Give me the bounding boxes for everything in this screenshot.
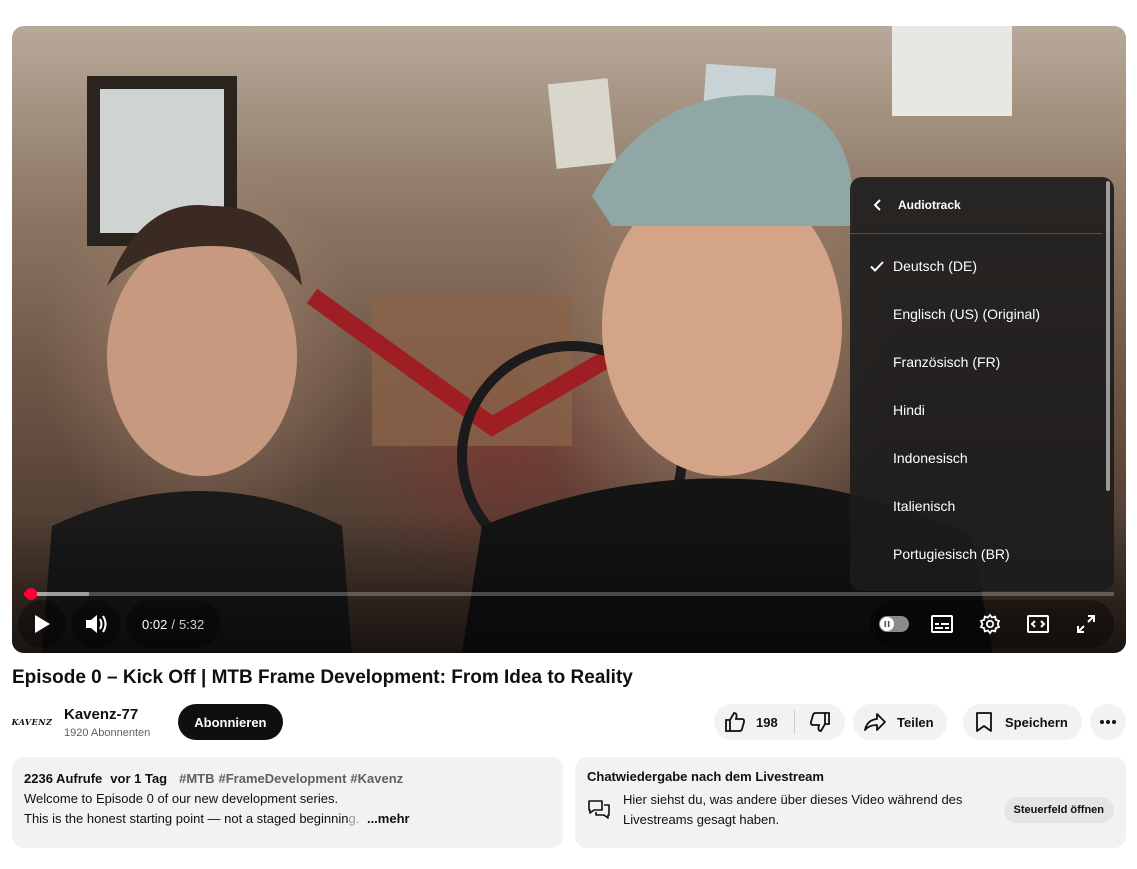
- audio-track-label: Englisch (US) (Original): [893, 306, 1041, 322]
- chat-replay-panel: Chatwiedergabe nach dem Livestream Hier …: [575, 757, 1126, 848]
- chat-replay-row: Hier siehst du, was andere über dieses V…: [587, 790, 1114, 830]
- audio-track-label: Italienisch: [893, 498, 956, 514]
- chat-bubbles-icon: [588, 800, 610, 819]
- current-time: 0:02: [142, 616, 168, 632]
- upload-age: vor 1 Tag: [110, 771, 168, 786]
- audio-track-label: Portugiesisch (BR): [893, 546, 1010, 562]
- share-icon: [864, 713, 886, 731]
- description-box[interactable]: 2236 Aufrufe vor 1 Tag #MTB #FrameDevelop…: [12, 757, 563, 848]
- time-display: 0:02/5:32: [126, 600, 221, 648]
- audio-track-label: Deutsch (DE): [893, 258, 978, 274]
- progress-bar[interactable]: [24, 588, 1114, 600]
- hashtag-link[interactable]: #MTB: [179, 771, 214, 786]
- audio-track-label: Hindi: [893, 402, 925, 418]
- audio-track-item[interactable]: Deutsch (DE): [850, 242, 1114, 290]
- chat-replay-title: Chatwiedergabe nach dem Livestream: [587, 769, 824, 784]
- theater-mode-button[interactable]: [1014, 600, 1062, 648]
- show-more-link[interactable]: ...mehr: [367, 811, 410, 826]
- view-count: 2236 Aufrufe: [24, 771, 103, 786]
- chat-replay-text: Hier siehst du, was andere über dieses V…: [623, 792, 963, 827]
- hashtag-link[interactable]: #Kavenz: [350, 771, 403, 786]
- description-line-text: This is the honest starting point — not …: [24, 811, 349, 826]
- video-player[interactable]: Audiotrack Deutsch (DE) Englisch (US) (Or…: [12, 26, 1126, 653]
- paper-note: [547, 78, 617, 169]
- paper-note: [892, 26, 1012, 116]
- settings-button[interactable]: [966, 600, 1014, 648]
- volume-icon: [72, 600, 120, 648]
- audio-menu-header: Audiotrack: [850, 177, 1102, 234]
- like-count: 198: [756, 714, 778, 730]
- save-label: Speichern: [1005, 714, 1068, 730]
- subtitles-icon: [931, 615, 953, 633]
- toggle-track: [879, 616, 909, 632]
- share-button[interactable]: Teilen: [853, 704, 947, 740]
- person-left-face: [107, 236, 297, 476]
- back-arrow-icon[interactable]: [866, 193, 890, 217]
- description-line: Welcome to Episode 0 of our new developm…: [24, 791, 339, 806]
- video-title: Episode 0 – Kick Off | MTB Frame Develop…: [12, 667, 633, 688]
- thumbs-up-icon: [725, 712, 745, 732]
- audio-track-item[interactable]: Französisch (FR): [850, 338, 1114, 386]
- more-actions-button[interactable]: [1090, 704, 1126, 740]
- fullscreen-icon: [1077, 615, 1095, 633]
- more-horizontal-icon: [1100, 720, 1116, 724]
- subscriber-count: 1920 Abonnenten: [64, 726, 151, 739]
- audio-track-item[interactable]: Hindi: [850, 386, 1114, 434]
- channel-name[interactable]: Kavenz-77: [64, 706, 150, 723]
- channel-avatar[interactable]: KAVENZ: [12, 704, 52, 740]
- subtitles-button[interactable]: [918, 600, 966, 648]
- volume-button[interactable]: [72, 600, 120, 648]
- menu-scrollbar[interactable]: [1106, 181, 1110, 491]
- hashtag-link[interactable]: #FrameDevelopment: [219, 771, 347, 786]
- like-dislike-group: 198: [714, 704, 845, 740]
- play-icon: [18, 600, 66, 648]
- channel-info: Kavenz-77 1920 Abonnenten: [64, 706, 150, 739]
- description-meta: 2236 Aufrufe vor 1 Tag #MTB #FrameDevelop…: [24, 769, 551, 789]
- share-label: Teilen: [897, 714, 934, 730]
- description-line-truncated: This is the honest starting point — not …: [24, 809, 551, 829]
- time-separator: /: [171, 616, 175, 632]
- audio-track-item[interactable]: Englisch (US) (Original): [850, 290, 1114, 338]
- audio-track-label: Französisch (FR): [893, 354, 1001, 370]
- progress-scrubber[interactable]: [24, 588, 37, 600]
- theater-icon: [1027, 615, 1049, 633]
- like-button[interactable]: 198: [714, 704, 794, 740]
- audio-track-label: Indonesisch: [893, 450, 968, 466]
- checkmark-icon: [850, 260, 893, 272]
- audio-track-item[interactable]: Italienisch: [850, 482, 1114, 530]
- audio-track-item[interactable]: Portugiesisch (BR): [850, 530, 1114, 578]
- person-right-cap: [592, 95, 853, 227]
- save-button[interactable]: Speichern: [963, 704, 1082, 740]
- description-line-fade: g.: [348, 811, 360, 826]
- play-button[interactable]: [18, 600, 66, 648]
- dislike-button[interactable]: [795, 704, 845, 740]
- fullscreen-button[interactable]: [1062, 600, 1110, 648]
- open-panel-button[interactable]: Steuerfeld öffnen: [1003, 797, 1114, 823]
- duration: 5:32: [178, 616, 205, 632]
- hashtags: #MTB #FrameDevelopment #Kavenz: [175, 769, 403, 789]
- right-controls: [870, 600, 1114, 648]
- subscribe-button[interactable]: Abonnieren: [178, 704, 283, 740]
- autoplay-toggle[interactable]: [870, 600, 918, 648]
- audio-track-list: Deutsch (DE) Englisch (US) (Original) Fran…: [850, 234, 1114, 578]
- pause-icon: [880, 617, 894, 631]
- bookmark-icon: [976, 712, 992, 732]
- channel-row: KAVENZ Kavenz-77 1920 Abonnenten Abonnie…: [12, 704, 283, 740]
- audio-track-menu: Audiotrack Deutsch (DE) Englisch (US) (Or…: [850, 177, 1114, 591]
- thumbs-down-icon: [810, 712, 830, 732]
- audio-menu-title: Audiotrack: [898, 198, 961, 212]
- audio-track-item[interactable]: Indonesisch: [850, 434, 1114, 482]
- gear-icon: [979, 613, 1001, 635]
